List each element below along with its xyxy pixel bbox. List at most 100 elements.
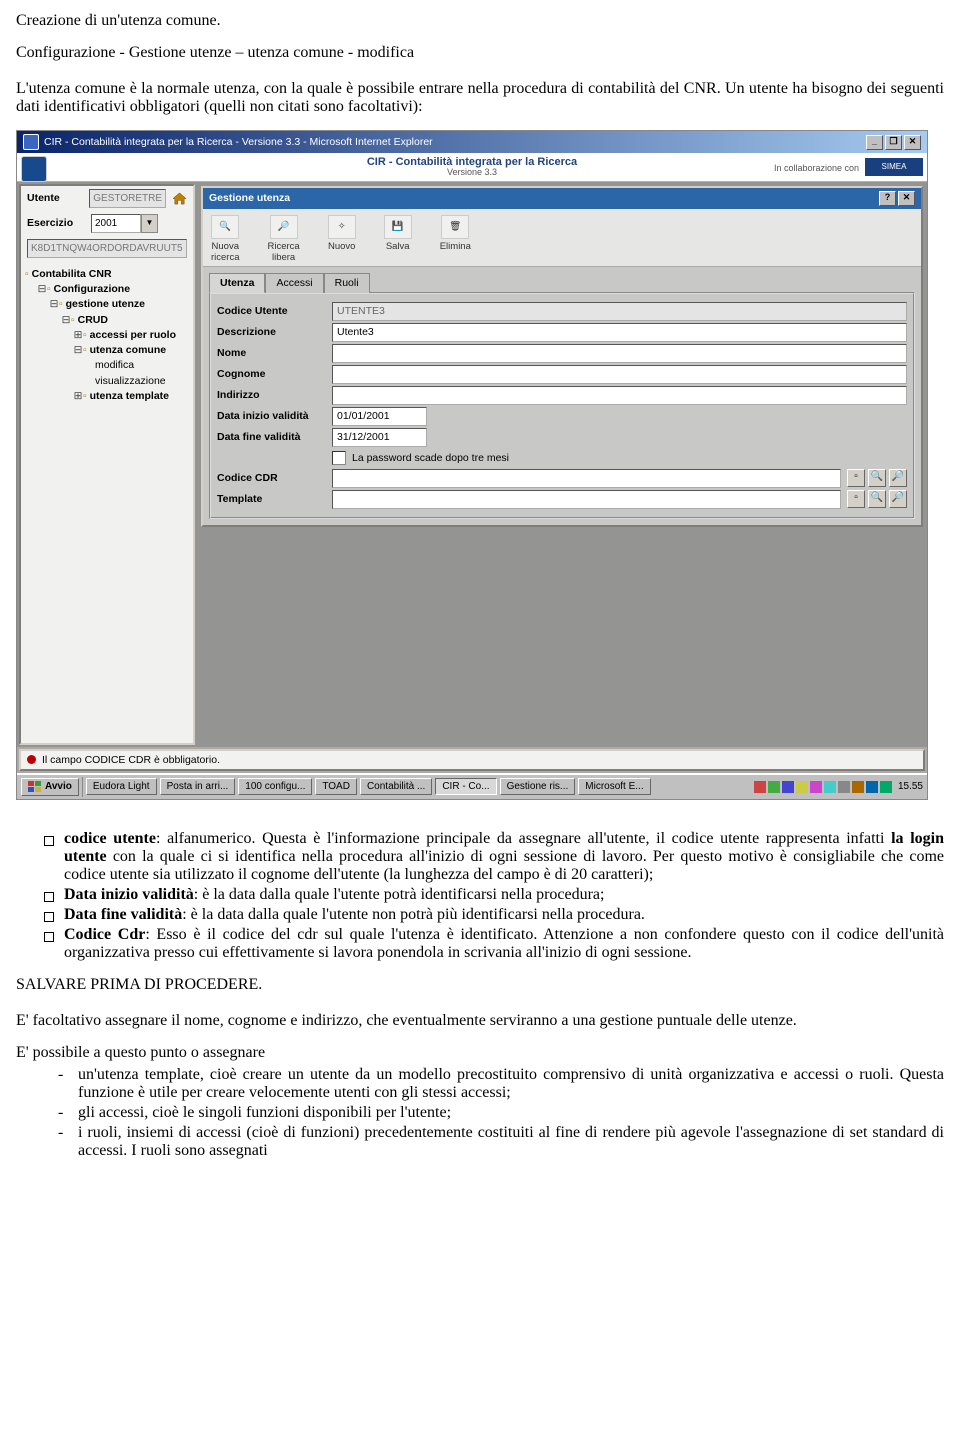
minimize-button[interactable]: _ xyxy=(866,135,883,150)
tree-utenza-comune[interactable]: utenza comune xyxy=(90,344,166,356)
home-icon[interactable] xyxy=(172,192,187,205)
delete-icon: 🗑 xyxy=(441,215,469,239)
bullet-data-fine: Data fine validità: è la data dalla qual… xyxy=(16,906,944,924)
tree-crud[interactable]: CRUD xyxy=(78,314,108,326)
close-button[interactable]: ✕ xyxy=(904,135,921,150)
app-logo-icon xyxy=(21,156,47,182)
lbl-data-inizio: Data inizio validità xyxy=(217,410,332,422)
search-new-icon: 🔍 xyxy=(211,215,239,239)
chevron-down-icon[interactable]: ▼ xyxy=(141,214,158,233)
app-window: CIR - Contabilità integrata per la Ricer… xyxy=(16,130,928,800)
collab-label: In collaborazione con xyxy=(774,163,859,173)
cdr-new-icon[interactable]: ▫ xyxy=(847,469,865,487)
tab-ruoli[interactable]: Ruoli xyxy=(324,273,370,293)
tab-strip: Utenza Accessi Ruoli xyxy=(203,267,921,292)
task-gestione[interactable]: Gestione ris... xyxy=(500,778,576,795)
lbl-cognome: Cognome xyxy=(217,368,332,380)
esercizio-select[interactable]: 2001 xyxy=(91,214,141,233)
gestione-section: Gestione utenza ? ✕ 🔍 Nuovaricerca 🔎 Ric… xyxy=(201,186,923,527)
tpl-new-icon[interactable]: ▫ xyxy=(847,490,865,508)
maximize-button[interactable]: ❐ xyxy=(885,135,902,150)
doc-intro: L'utenza comune è la normale utenza, con… xyxy=(16,80,944,116)
inp-data-fine[interactable]: 31/12/2001 xyxy=(332,428,427,447)
chk-password-scade[interactable] xyxy=(332,451,346,465)
tree-modifica[interactable]: modifica xyxy=(95,359,134,371)
save-note: SALVARE PRIMA DI PROCEDERE. xyxy=(16,976,944,994)
window-titlebar: CIR - Contabilità integrata per la Ricer… xyxy=(17,131,927,153)
task-microsoft[interactable]: Microsoft E... xyxy=(578,778,650,795)
system-tray: 15.55 xyxy=(754,781,923,793)
tb-nuova-ricerca[interactable]: 🔍 Nuovaricerca xyxy=(211,215,240,263)
sidebar: Utente GESTORETRE Esercizio 2001 ▼ K8D1T… xyxy=(19,184,195,745)
tree-contabilita[interactable]: Contabilita CNR xyxy=(32,268,112,280)
tpl-search-icon[interactable]: 🔍 xyxy=(868,490,886,508)
tray-icon[interactable] xyxy=(852,781,864,793)
section-help-button[interactable]: ? xyxy=(879,191,896,206)
cdr-search-icon[interactable]: 🔍 xyxy=(868,469,886,487)
toolbar: 🔍 Nuovaricerca 🔎 Ricercalibera ✧ Nuovo 💾… xyxy=(203,209,921,267)
error-icon xyxy=(27,755,36,764)
lbl-codice-utente: Codice Utente xyxy=(217,305,332,317)
task-eudora[interactable]: Eudora Light xyxy=(86,778,157,795)
tray-icon[interactable] xyxy=(866,781,878,793)
tb-salva[interactable]: 💾 Salva xyxy=(384,215,412,263)
tree-gestione-utenze[interactable]: gestione utenze xyxy=(66,298,145,310)
paragraph-assign: E' possibile a questo punto o assegnare xyxy=(16,1044,944,1062)
tray-icon[interactable] xyxy=(824,781,836,793)
inp-template[interactable] xyxy=(332,490,841,509)
taskbar: Avvio Eudora Light Posta in arri... 100 … xyxy=(17,773,927,799)
tray-icon[interactable] xyxy=(782,781,794,793)
partner-logo: SIMEA xyxy=(865,158,923,176)
tray-icon[interactable] xyxy=(838,781,850,793)
status-bar: Il campo CODICE CDR è obbligatorio. xyxy=(19,749,925,771)
inp-data-inizio[interactable]: 01/01/2001 xyxy=(332,407,427,426)
inp-codice-cdr[interactable] xyxy=(332,469,841,488)
esercizio-label: Esercizio xyxy=(27,217,85,229)
save-icon: 💾 xyxy=(384,215,412,239)
bullet-data-inizio: Data inizio validità: è la data dalla qu… xyxy=(16,886,944,904)
assign-template: un'utenza template, cioè creare un utent… xyxy=(16,1066,944,1102)
clock: 15.55 xyxy=(898,781,923,792)
tree-accessi-ruolo[interactable]: accessi per ruolo xyxy=(90,329,176,341)
task-contabilita[interactable]: Contabilità ... xyxy=(360,778,432,795)
inp-descrizione[interactable]: Utente3 xyxy=(332,323,907,342)
field-bullets: codice utente: alfanumerico. Questa è l'… xyxy=(16,830,944,962)
tray-icon[interactable] xyxy=(796,781,808,793)
task-toad[interactable]: TOAD xyxy=(315,778,357,795)
tpl-browse-icon[interactable]: 🔎 xyxy=(889,490,907,508)
bullet-codice-cdr: Codice Cdr: Esso è il codice del cdr sul… xyxy=(16,926,944,962)
start-button[interactable]: Avvio xyxy=(21,778,79,796)
cdr-browse-icon[interactable]: 🔎 xyxy=(889,469,907,487)
doc-heading: Creazione di un'utenza comune. xyxy=(16,12,944,30)
ie-icon xyxy=(23,134,39,150)
doc-breadcrumb: Configurazione - Gestione utenze – utenz… xyxy=(16,44,944,62)
lbl-codice-cdr: Codice CDR xyxy=(217,472,332,484)
app-header: CIR - Contabilità integrata per la Ricer… xyxy=(17,153,927,182)
tree-utenza-template[interactable]: utenza template xyxy=(90,390,169,402)
task-config[interactable]: 100 configu... xyxy=(238,778,312,795)
task-cir[interactable]: CIR - Co... xyxy=(435,778,496,795)
inp-nome[interactable] xyxy=(332,344,907,363)
tab-utenza[interactable]: Utenza xyxy=(209,273,265,293)
tab-accessi[interactable]: Accessi xyxy=(265,273,323,293)
tray-icon[interactable] xyxy=(768,781,780,793)
section-close-button[interactable]: ✕ xyxy=(898,191,915,206)
inp-cognome[interactable] xyxy=(332,365,907,384)
new-icon: ✧ xyxy=(328,215,356,239)
status-text: Il campo CODICE CDR è obbligatorio. xyxy=(42,754,220,766)
tray-icon[interactable] xyxy=(754,781,766,793)
inp-indirizzo[interactable] xyxy=(332,386,907,405)
task-posta[interactable]: Posta in arri... xyxy=(160,778,236,795)
lbl-template: Template xyxy=(217,493,332,505)
tree-visualizzazione[interactable]: visualizzazione xyxy=(95,375,166,387)
lbl-descrizione: Descrizione xyxy=(217,326,332,338)
tray-icon[interactable] xyxy=(810,781,822,793)
tb-ricerca-libera[interactable]: 🔎 Ricercalibera xyxy=(268,215,300,263)
nav-tree: Contabilita CNR ⊟Configurazione ⊟gestion… xyxy=(21,261,193,410)
tray-icon[interactable] xyxy=(880,781,892,793)
tb-elimina[interactable]: 🗑 Elimina xyxy=(440,215,471,263)
session-code: K8D1TNQW4ORDORDAVRUUT5 xyxy=(27,239,187,258)
tree-configurazione[interactable]: Configurazione xyxy=(54,283,130,295)
lbl-indirizzo: Indirizzo xyxy=(217,389,332,401)
tb-nuovo[interactable]: ✧ Nuovo xyxy=(328,215,356,263)
